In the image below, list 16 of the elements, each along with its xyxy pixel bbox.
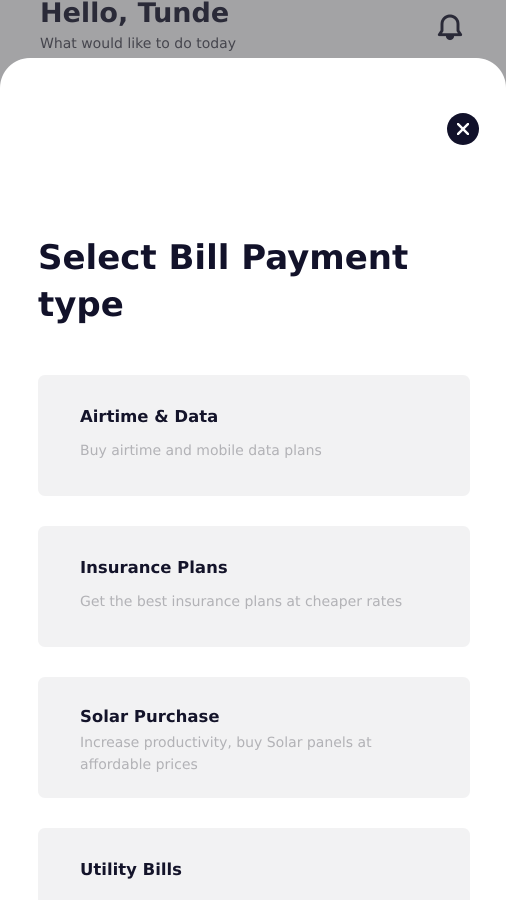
option-card[interactable]: Utility Bills bbox=[38, 828, 470, 900]
option-title: Solar Purchase bbox=[80, 707, 221, 726]
greeting-subtitle: What would like to do today bbox=[40, 36, 236, 52]
close-icon bbox=[457, 123, 469, 135]
sheet-title: Select Bill Payment type bbox=[38, 237, 410, 327]
option-card[interactable]: Airtime & Data Buy airtime and mobile data plans bbox=[38, 375, 470, 496]
greeting-title: Hello, Tunde bbox=[40, 0, 230, 28]
option-title: Airtime & Data bbox=[80, 407, 220, 426]
option-card[interactable]: Insurance Plans Get the best insurance plans at cheaper rates bbox=[38, 526, 470, 647]
option-card[interactable]: Solar Purchase Increase productivity, buy Solar panels at affordable prices bbox=[38, 677, 470, 798]
option-title: Insurance Plans bbox=[80, 558, 229, 577]
close-button[interactable] bbox=[447, 113, 479, 145]
option-description: Get the best insurance plans at cheaper rates bbox=[80, 593, 404, 612]
option-description: Increase productivity, buy Solar panels at affordable prices bbox=[80, 734, 373, 775]
option-title: Utility Bills bbox=[80, 860, 184, 879]
option-description: Buy airtime and mobile data plans bbox=[80, 442, 323, 461]
